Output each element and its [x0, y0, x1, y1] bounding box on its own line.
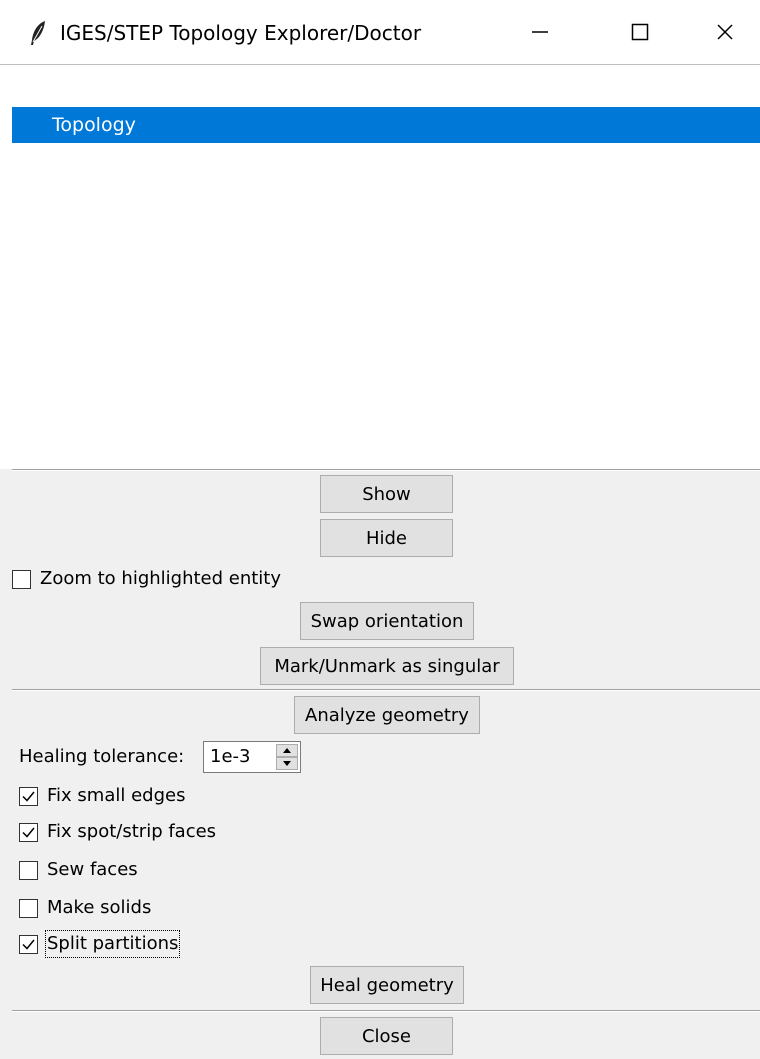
separator: [12, 1010, 760, 1012]
checkbox-label: Make solids: [47, 897, 152, 918]
close-button[interactable]: Close: [320, 1017, 453, 1055]
heal-geometry-button[interactable]: Heal geometry: [310, 966, 464, 1004]
spin-buttons: [276, 744, 298, 770]
checkbox-label: Split partitions: [44, 930, 181, 958]
checkbox-label: Fix small edges: [47, 785, 186, 806]
healing-tolerance-spinbox[interactable]: 1e-3: [203, 741, 301, 773]
separator: [12, 689, 760, 691]
maximize-button[interactable]: [610, 12, 670, 52]
arrow-down-icon: [283, 761, 291, 766]
checkbox-box[interactable]: [19, 860, 38, 880]
zoom-checkbox[interactable]: Zoom to highlighted entity: [12, 567, 281, 591]
checkbox-box[interactable]: [19, 822, 38, 842]
check-icon: [22, 939, 35, 950]
healing-tolerance-label: Healing tolerance:: [19, 746, 185, 767]
show-button[interactable]: Show: [320, 475, 453, 513]
checkbox-box[interactable]: [19, 786, 38, 806]
feather-icon: [31, 21, 45, 45]
spin-up-button[interactable]: [276, 744, 298, 757]
hide-button[interactable]: Hide: [320, 519, 453, 557]
check-icon: [22, 791, 35, 802]
tree-item-topology[interactable]: Topology: [12, 107, 760, 143]
topology-tree[interactable]: Topology: [0, 65, 760, 469]
swap-orientation-button[interactable]: Swap orientation: [300, 602, 474, 640]
split-partitions-checkbox[interactable]: Split partitions: [19, 930, 181, 958]
title-bar: IGES/STEP Topology Explorer/Doctor: [0, 0, 760, 65]
checkbox-box[interactable]: [19, 898, 38, 918]
arrow-up-icon: [283, 748, 291, 753]
close-icon: [717, 24, 733, 40]
checkbox-label: Sew faces: [47, 859, 138, 880]
analyze-geometry-button[interactable]: Analyze geometry: [294, 696, 480, 734]
close-window-button[interactable]: [695, 12, 755, 52]
mark-singular-button[interactable]: Mark/Unmark as singular: [260, 647, 514, 685]
zoom-label: Zoom to highlighted entity: [40, 568, 282, 589]
tolerance-value[interactable]: 1e-3: [210, 745, 250, 769]
check-icon: [22, 827, 35, 838]
maximize-icon: [631, 23, 649, 41]
checkbox-box[interactable]: [19, 934, 38, 954]
checkbox-label: Fix spot/strip faces: [47, 821, 217, 842]
checkbox-box[interactable]: [12, 569, 31, 589]
fix-spot-strip-faces-checkbox[interactable]: Fix spot/strip faces: [19, 820, 216, 844]
separator: [12, 469, 760, 471]
fix-small-edges-checkbox[interactable]: Fix small edges: [19, 784, 185, 808]
tree-item-label: Topology: [52, 114, 136, 136]
spin-down-button[interactable]: [276, 757, 298, 770]
minimize-button[interactable]: [510, 12, 570, 52]
minimize-icon: [532, 31, 548, 33]
sew-faces-checkbox[interactable]: Sew faces: [19, 858, 138, 882]
make-solids-checkbox[interactable]: Make solids: [19, 896, 151, 920]
window-title: IGES/STEP Topology Explorer/Doctor: [60, 21, 422, 45]
